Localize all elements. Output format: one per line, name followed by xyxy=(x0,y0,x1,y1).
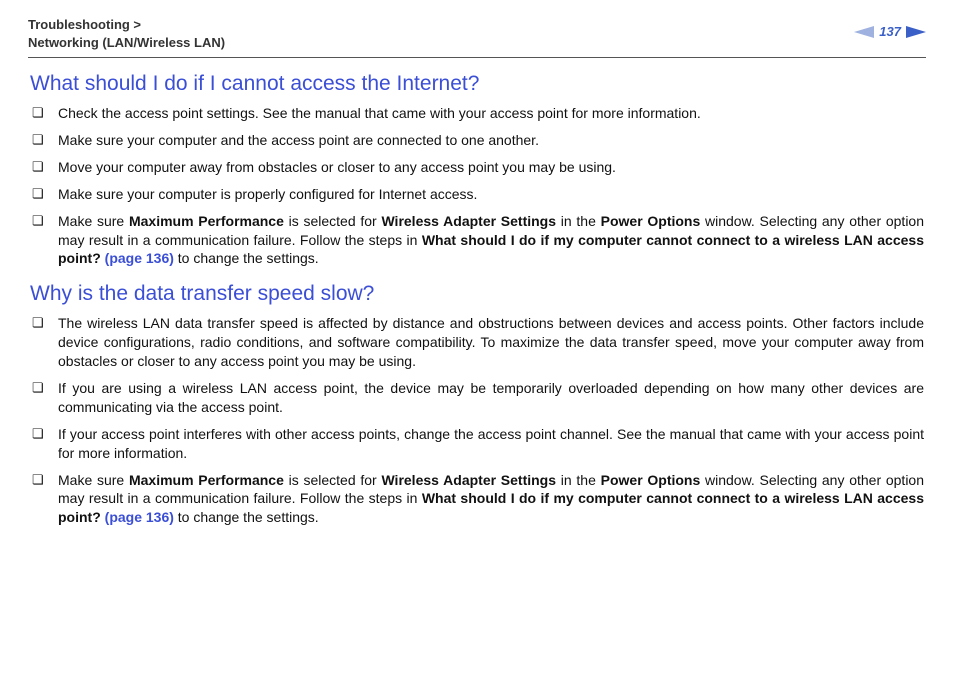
list-item: Make sure Maximum Performance is selecte… xyxy=(30,471,924,528)
page-number: 137 xyxy=(876,24,904,39)
header-divider xyxy=(28,57,926,58)
page-header: Troubleshooting > Networking (LAN/Wirele… xyxy=(28,16,926,51)
list-item: Make sure your computer and the access p… xyxy=(30,131,924,150)
content-area: What should I do if I cannot access the … xyxy=(28,72,926,527)
section-heading: Why is the data transfer speed slow? xyxy=(30,282,924,306)
breadcrumb-line1: Troubleshooting > xyxy=(28,17,141,32)
list-item: Make sure your computer is properly conf… xyxy=(30,185,924,204)
section-heading: What should I do if I cannot access the … xyxy=(30,72,924,96)
list-item: If your access point interferes with oth… xyxy=(30,425,924,463)
checklist: The wireless LAN data transfer speed is … xyxy=(30,314,924,527)
breadcrumb: Troubleshooting > Networking (LAN/Wirele… xyxy=(28,16,225,51)
next-page-icon[interactable] xyxy=(906,26,926,38)
list-item: Move your computer away from obstacles o… xyxy=(30,158,924,177)
paginator: 137 xyxy=(854,16,926,39)
list-item: The wireless LAN data transfer speed is … xyxy=(30,314,924,371)
prev-page-icon[interactable] xyxy=(854,26,874,38)
breadcrumb-line2: Networking (LAN/Wireless LAN) xyxy=(28,34,225,52)
list-item: Check the access point settings. See the… xyxy=(30,104,924,123)
checklist: Check the access point settings. See the… xyxy=(30,104,924,268)
list-item: If you are using a wireless LAN access p… xyxy=(30,379,924,417)
list-item: Make sure Maximum Performance is selecte… xyxy=(30,212,924,269)
